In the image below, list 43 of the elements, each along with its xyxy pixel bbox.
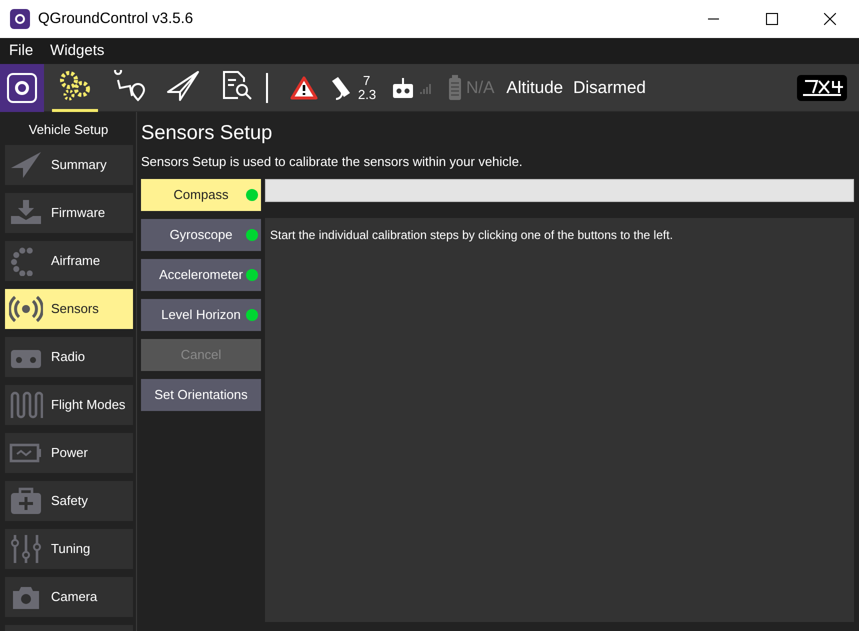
altitude-label[interactable]: Altitude: [506, 74, 564, 100]
warning-icon[interactable]: [290, 76, 318, 100]
sidebar-item[interactable]: Camera: [5, 576, 133, 616]
page-description: Sensors Setup is used to calibrate the sensors within your vehicle.: [141, 153, 524, 171]
calibration-button[interactable]: Compass: [141, 178, 261, 210]
menu-item[interactable]: Widgets: [50, 40, 104, 62]
sidebar-item[interactable]: Summary: [5, 144, 133, 184]
calibration-button[interactable]: Accelerometer: [141, 258, 261, 290]
wave-icon: [9, 390, 43, 420]
sidebar-item[interactable]: Airframe: [5, 240, 133, 280]
broadcast-icon: [9, 294, 43, 324]
first-aid-kit-icon: [9, 486, 43, 516]
sidebar-item[interactable]: Tuning: [5, 528, 133, 568]
autopilot-logo-icon: [797, 74, 847, 100]
calibration-button[interactable]: Set Orientations: [141, 378, 261, 410]
sidebar-item[interactable]: Sensors: [5, 288, 133, 328]
paper-plane-icon: [9, 150, 43, 180]
calibration-button[interactable]: Level Horizon: [141, 298, 261, 330]
sidebar-title: Vehicle Setup: [28, 121, 110, 139]
sidebar-item[interactable]: Radio: [5, 336, 133, 376]
arm-state[interactable]: Disarmed: [573, 74, 646, 100]
instructions-text: Start the individual calibration steps by clicking one of the buttons to the left.: [270, 228, 673, 242]
paper-plane-icon: [166, 70, 200, 102]
sidebar-item[interactable]: Safety: [5, 480, 133, 520]
maximize-icon: [766, 13, 778, 25]
route-pin-icon: [112, 70, 146, 102]
signal-strength-icon: [420, 82, 432, 94]
app-logo-icon[interactable]: [7, 72, 37, 102]
sidebar-item[interactable]: Firmware: [5, 192, 133, 232]
gps-count: 7: [362, 74, 372, 88]
page-title: Sensors Setup: [141, 121, 274, 146]
sliders-icon: [9, 534, 43, 564]
rc-transmitter-icon[interactable]: [392, 76, 414, 100]
window-title: QGroundControl v3.5.6: [38, 8, 194, 29]
app-logo-icon: [10, 9, 30, 29]
close-icon: [824, 13, 836, 25]
menu-item[interactable]: File: [9, 40, 34, 62]
calibration-button[interactable]: Gyroscope: [141, 218, 261, 250]
document-search-icon: [220, 70, 254, 102]
sidebar-item[interactable]: Power: [5, 432, 133, 472]
sidebar-item[interactable]: Flight Modes: [5, 384, 133, 424]
gps-hdop: 2.3: [358, 88, 376, 102]
gears-icon: [58, 70, 92, 102]
